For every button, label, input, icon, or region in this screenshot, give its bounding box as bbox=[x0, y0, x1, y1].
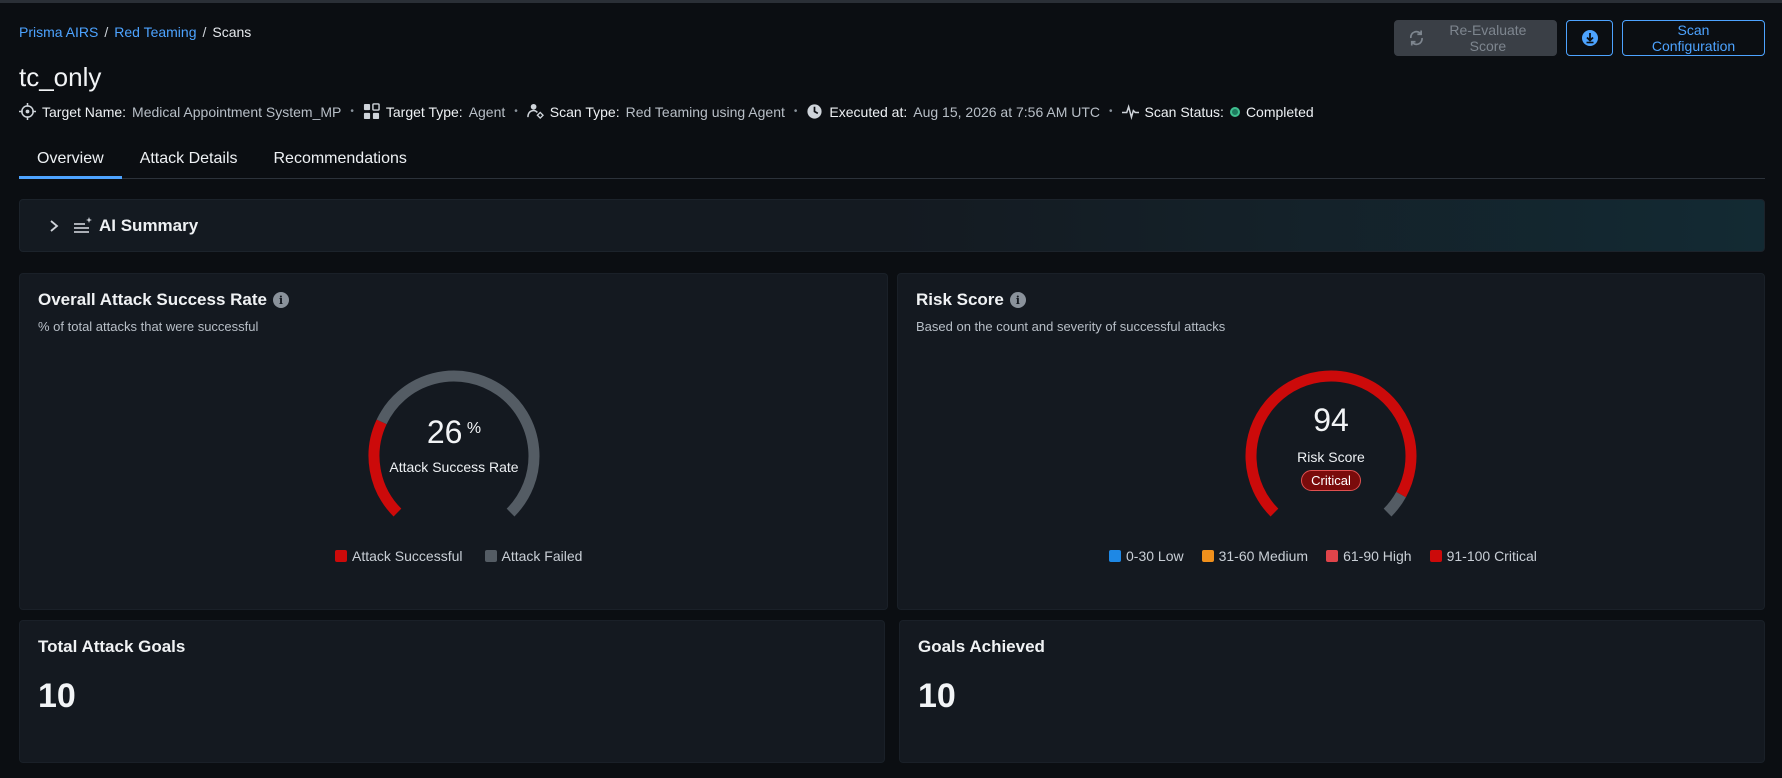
risk-score-gauge-svg bbox=[1245, 370, 1417, 517]
target-name-value: Medical Appointment System_MP bbox=[132, 103, 342, 120]
scan-configuration-button[interactable]: Scan Configuration bbox=[1622, 20, 1765, 56]
breadcrumb: Prisma AIRS / Red Teaming / Scans bbox=[19, 24, 251, 40]
total-attack-goals-card: Total Attack Goals 10 bbox=[19, 620, 885, 763]
breadcrumb-current: Scans bbox=[212, 24, 252, 40]
download-button[interactable] bbox=[1566, 20, 1613, 56]
total-attack-goals-value: 10 bbox=[38, 677, 76, 715]
meta-separator: • bbox=[793, 106, 798, 117]
attack-success-rate-title-row: Overall Attack Success Rate i bbox=[38, 290, 289, 310]
attack-success-gauge: 26 % Attack Success Rate bbox=[354, 366, 554, 526]
risk-score-subtitle: Based on the count and severity of succe… bbox=[916, 319, 1226, 334]
pulse-icon bbox=[1121, 104, 1139, 120]
risk-score-title-row: Risk Score i bbox=[916, 290, 1026, 310]
breadcrumb-link-prisma-airs[interactable]: Prisma AIRS bbox=[19, 24, 98, 40]
attack-success-value: 26 bbox=[426, 414, 463, 450]
meta-target-name: Target Name: Medical Appointment System_… bbox=[19, 103, 341, 120]
meta-target-type: Target Type: Agent bbox=[363, 103, 505, 120]
page-title: tc_only bbox=[19, 62, 102, 92]
attack-success-unit: % bbox=[466, 420, 482, 437]
info-icon[interactable]: i bbox=[1009, 292, 1026, 308]
scan-type-label: Scan Type: bbox=[549, 103, 620, 120]
total-attack-goals-title: Total Attack Goals bbox=[38, 637, 186, 656]
meta-separator: • bbox=[514, 106, 518, 117]
top-border bbox=[0, 0, 1782, 3]
tab-attack-details[interactable]: Attack Details bbox=[122, 142, 256, 179]
critical-badge: Critical bbox=[1301, 470, 1361, 491]
meta-separator: • bbox=[1109, 106, 1113, 117]
goals-achieved-card: Goals Achieved 10 bbox=[899, 620, 1765, 763]
info-icon[interactable]: i bbox=[273, 292, 289, 308]
scan-status-label: Scan Status: bbox=[1144, 103, 1224, 120]
meta-scan-status: Scan Status: Completed bbox=[1121, 103, 1314, 120]
ai-summary-title: AI Summary bbox=[99, 215, 199, 235]
risk-score-card: Risk Score i Based on the count and seve… bbox=[897, 273, 1765, 610]
attack-success-legend: Attack Successful Attack Failed bbox=[335, 548, 582, 564]
clock-icon bbox=[807, 104, 823, 119]
risk-score-caption: Risk Score bbox=[1297, 449, 1365, 465]
breadcrumb-separator: / bbox=[202, 24, 207, 40]
meta-scan-type: Scan Type: Red Teaming using Agent bbox=[526, 103, 785, 120]
legend-swatch bbox=[1201, 550, 1214, 562]
legend-item-critical: 91-100 Critical bbox=[1429, 548, 1537, 564]
legend-label: 31-60 Medium bbox=[1218, 548, 1309, 564]
target-type-value: Agent bbox=[468, 103, 506, 120]
tab-recommendations[interactable]: Recommendations bbox=[256, 142, 425, 179]
legend-item-low: 0-30 Low bbox=[1109, 548, 1184, 564]
agent-scan-icon bbox=[526, 103, 544, 120]
re-evaluate-score-button[interactable]: Re-Evaluate Score bbox=[1394, 20, 1557, 56]
meta-separator: • bbox=[350, 106, 354, 117]
goals-achieved-title: Goals Achieved bbox=[918, 637, 1045, 656]
legend-swatch bbox=[484, 550, 497, 562]
legend-label: Attack Failed bbox=[501, 548, 583, 564]
tab-bar: Overview Attack Details Recommendations bbox=[19, 142, 1765, 179]
tab-overview[interactable]: Overview bbox=[19, 142, 122, 179]
breadcrumb-separator: / bbox=[104, 24, 109, 40]
page: Prisma AIRS / Red Teaming / Scans tc_onl… bbox=[0, 0, 1782, 778]
legend-label: 91-100 Critical bbox=[1446, 548, 1537, 564]
attack-success-rate-card: Overall Attack Success Rate i % of total… bbox=[19, 273, 888, 610]
legend-label: 0-30 Low bbox=[1126, 548, 1184, 564]
re-evaluate-score-label: Re-Evaluate Score bbox=[1449, 22, 1527, 54]
ai-sparkle-list-icon bbox=[74, 216, 92, 233]
legend-label: Attack Successful bbox=[352, 548, 463, 564]
legend-swatch bbox=[1326, 550, 1339, 562]
executed-at-value: Aug 15, 2026 at 7:56 AM UTC bbox=[913, 103, 1101, 120]
legend-swatch bbox=[1109, 550, 1121, 562]
header-actions: Re-Evaluate Score Scan Configuration bbox=[1394, 20, 1765, 56]
scan-status-value: Completed bbox=[1245, 103, 1314, 120]
legend-swatch bbox=[335, 550, 347, 562]
apps-grid-icon bbox=[363, 103, 380, 120]
refresh-icon bbox=[1409, 30, 1423, 46]
meta-executed-at: Executed at: Aug 15, 2026 at 7:56 AM UTC bbox=[806, 103, 1100, 120]
gauge-fill-score bbox=[1245, 370, 1417, 517]
scan-type-value: Red Teaming using Agent bbox=[625, 103, 785, 120]
goals-achieved-value: 10 bbox=[918, 677, 956, 715]
attack-success-center: 26 % bbox=[354, 414, 554, 451]
risk-score-badge-wrap: Critical bbox=[1231, 470, 1431, 491]
gauge-track bbox=[1383, 491, 1406, 517]
risk-score-value: 94 bbox=[1313, 402, 1349, 438]
target-type-label: Target Type: bbox=[385, 103, 463, 120]
status-dot-icon bbox=[1229, 106, 1240, 117]
legend-item-medium: 31-60 Medium bbox=[1201, 548, 1309, 564]
risk-score-legend: 0-30 Low 31-60 Medium 61-90 High 91-100 … bbox=[1109, 548, 1537, 564]
breadcrumb-link-red-teaming[interactable]: Red Teaming bbox=[114, 24, 196, 40]
chevron-right-icon[interactable] bbox=[47, 219, 61, 233]
legend-item-high: 61-90 High bbox=[1326, 548, 1412, 564]
legend-item-attack-successful: Attack Successful bbox=[335, 548, 463, 564]
legend-item-attack-failed: Attack Failed bbox=[484, 548, 583, 564]
risk-score-title: Risk Score bbox=[916, 290, 1004, 309]
attack-success-rate-title: Overall Attack Success Rate bbox=[38, 290, 267, 309]
attack-success-rate-subtitle: % of total attacks that were successful bbox=[38, 319, 259, 334]
legend-label: 61-90 High bbox=[1343, 548, 1412, 564]
download-icon bbox=[1581, 30, 1598, 46]
attack-success-caption: Attack Success Rate bbox=[389, 459, 519, 475]
executed-at-label: Executed at: bbox=[829, 103, 908, 120]
legend-swatch bbox=[1429, 550, 1442, 562]
scan-meta-row: Target Name: Medical Appointment System_… bbox=[19, 103, 1314, 120]
ai-summary-panel[interactable]: AI Summary bbox=[19, 199, 1765, 252]
risk-score-gauge: 94 Risk Score Critical bbox=[1231, 366, 1431, 526]
crosshair-icon bbox=[19, 103, 36, 120]
target-name-label: Target Name: bbox=[42, 103, 127, 120]
